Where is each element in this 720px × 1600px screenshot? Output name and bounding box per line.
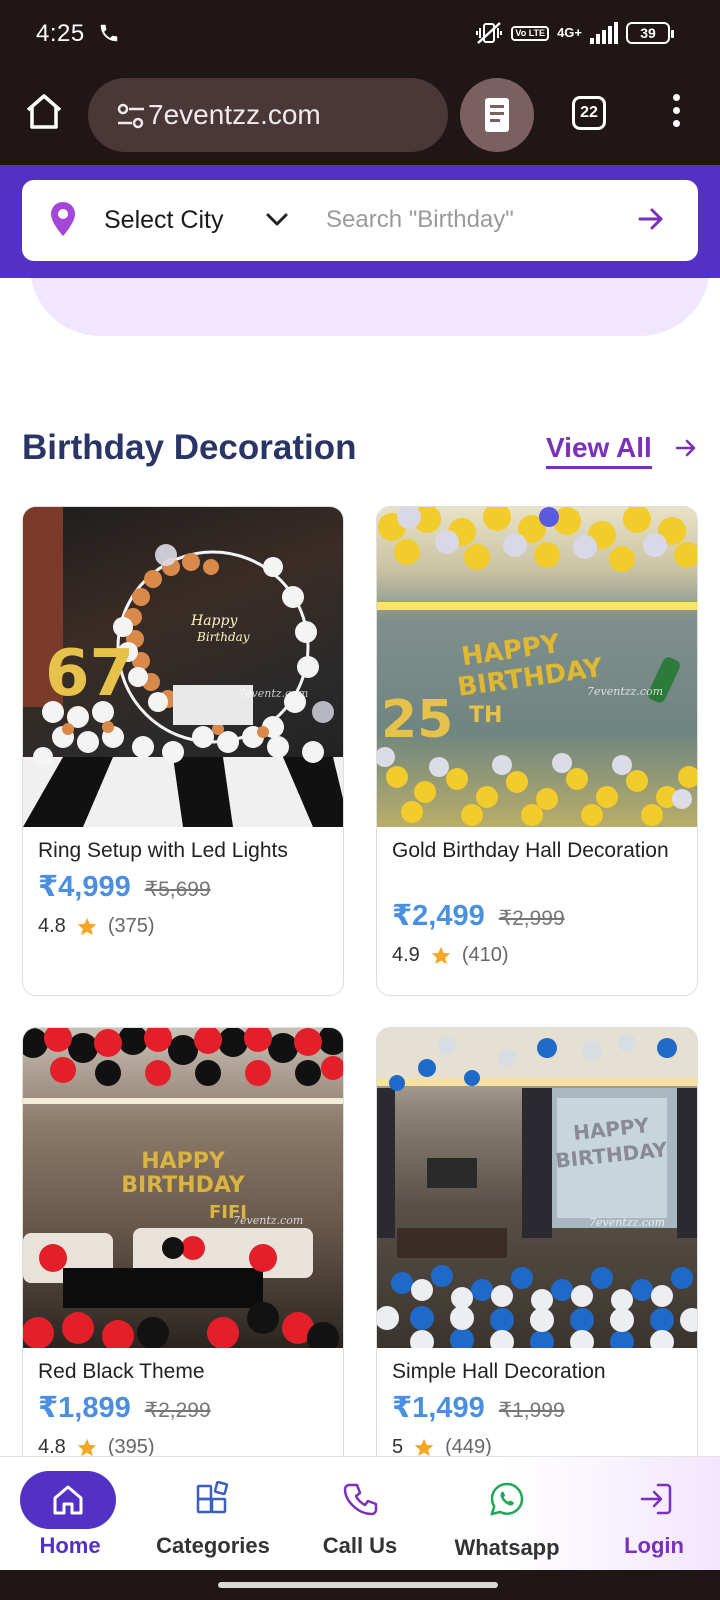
price-row: ₹1,899 ₹2,299 [38, 1390, 211, 1425]
product-price: ₹1,499 [392, 1392, 485, 1424]
status-time: 4:25 [36, 20, 85, 47]
rating-row: 4.9 (410) [392, 944, 509, 967]
arrow-right-icon[interactable] [674, 436, 698, 460]
header-curve [0, 278, 720, 336]
product-image[interactable]: 67 Happy Birthday 7eventz.com [23, 507, 343, 827]
svg-text:TH: TH [469, 703, 502, 728]
site-settings-icon[interactable] [116, 103, 146, 129]
tab-switcher-button[interactable]: 22 [572, 96, 606, 130]
product-price: ₹1,899 [38, 1392, 131, 1424]
search-submit-icon[interactable] [636, 204, 666, 234]
product-image[interactable]: HAPPY BIRTHDAY 7eventzz.com [377, 1028, 697, 1348]
product-price: ₹4,999 [38, 871, 131, 903]
product-mrp: ₹5,699 [144, 878, 211, 901]
image-watermark: 7eventz.com [238, 687, 309, 700]
svg-text:25: 25 [381, 690, 453, 750]
nav-label: Login [624, 1533, 684, 1558]
select-city-button[interactable]: Select City [104, 206, 223, 235]
image-watermark: 7eventzz.com [587, 685, 664, 698]
price-row: ₹4,999 ₹5,699 [38, 869, 211, 904]
rating-row: 4.8 (375) [38, 915, 155, 938]
whatsapp-icon [490, 1482, 524, 1516]
volte-badge: Vo LTE [511, 25, 550, 41]
image-watermark: 7eventzz.com [589, 1216, 666, 1229]
red-black-illustration: HAPPY BIRTHDAY FIFI [23, 1028, 343, 1348]
product-mrp: ₹2,299 [144, 1399, 211, 1422]
ring-setup-illustration: 67 Happy Birthday [23, 507, 343, 827]
svg-text:Happy: Happy [190, 613, 238, 629]
phone-icon [343, 1483, 378, 1516]
search-input[interactable]: Search "Birthday" [326, 206, 514, 234]
nav-label: Home [39, 1533, 101, 1558]
vibrate-mute-icon [476, 22, 503, 44]
nav-label: Categories [156, 1533, 270, 1558]
url-text: 7eventzz.com [148, 99, 321, 130]
chevron-down-icon[interactable] [264, 208, 290, 230]
product-image[interactable]: HAPPY BIRTHDAY FIFI 7eventz.com [23, 1028, 343, 1348]
product-card[interactable]: HAPPY BIRTHDAY 7eventzz.com Simple Hall … [376, 1027, 698, 1497]
product-card[interactable]: HAPPY BIRTHDAY FIFI 7eventz.com Red Blac… [22, 1027, 344, 1497]
product-image[interactable]: HAPPY BIRTHDAY 25 TH 7eventzz.com [377, 507, 697, 827]
categories-icon [196, 1481, 229, 1514]
gold-hall-illustration: HAPPY BIRTHDAY 25 TH [377, 507, 697, 826]
product-price: ₹2,499 [392, 900, 485, 932]
product-mrp: ₹2,999 [498, 907, 565, 930]
search-card: Select City Search "Birthday" [22, 180, 698, 261]
status-bar: 4:25 Vo LTE 4G+ 39 [0, 0, 720, 66]
product-mrp: ₹1,999 [498, 1399, 565, 1422]
star-icon [77, 917, 96, 935]
network-type: 4G+ [557, 25, 582, 40]
product-title[interactable]: Gold Birthday Hall Decoration [392, 836, 687, 866]
product-title[interactable]: Ring Setup with Led Lights [38, 836, 333, 866]
nav-login[interactable]: Login [584, 1457, 720, 1571]
view-all-link[interactable]: View All [546, 432, 652, 469]
rating-value: 4.9 [392, 944, 420, 966]
gesture-bar [0, 1570, 720, 1600]
reader-mode-button[interactable] [460, 78, 534, 152]
browser-menu-icon[interactable] [666, 94, 686, 134]
review-count: (375) [107, 915, 155, 937]
image-watermark: 7eventz.com [233, 1214, 304, 1227]
nav-home[interactable]: Home [0, 1457, 140, 1571]
browser-toolbar: 7eventzz.com 22 [0, 66, 720, 165]
price-row: ₹1,499 ₹1,999 [392, 1390, 565, 1425]
svg-text:HAPPY: HAPPY [141, 1149, 226, 1174]
battery-icon: 39 [626, 22, 674, 44]
status-icons: Vo LTE 4G+ 39 [475, 20, 674, 46]
simple-hall-illustration: HAPPY BIRTHDAY [377, 1028, 697, 1348]
nav-home-highlight [20, 1471, 116, 1529]
review-count: (410) [461, 944, 509, 966]
nav-categories[interactable]: Categories [143, 1457, 283, 1571]
price-row: ₹2,499 ₹2,999 [392, 898, 565, 933]
star-icon [431, 946, 450, 964]
login-icon [640, 1483, 672, 1515]
section-title: Birthday Decoration [22, 428, 357, 467]
bottom-nav: Home Categories Call Us Whatsapp Login [0, 1456, 720, 1570]
svg-text:Birthday: Birthday [196, 630, 250, 644]
gesture-handle[interactable] [218, 1582, 498, 1588]
nav-whatsapp[interactable]: Whatsapp [437, 1457, 577, 1571]
browser-home-icon[interactable] [22, 90, 66, 134]
product-card[interactable]: 67 Happy Birthday 7eventz.com Ring Setup… [22, 506, 344, 996]
rating-value: 4.8 [38, 915, 66, 937]
nav-call-us[interactable]: Call Us [290, 1457, 430, 1571]
signal-icon [590, 22, 618, 44]
home-icon [53, 1485, 83, 1515]
product-card[interactable]: HAPPY BIRTHDAY 25 TH 7eventzz.com Gold B… [376, 506, 698, 996]
product-title[interactable]: Red Black Theme [38, 1357, 333, 1387]
address-bar[interactable]: 7eventzz.com [88, 78, 448, 152]
reader-mode-icon [485, 98, 509, 132]
svg-text:67: 67 [45, 637, 134, 711]
call-indicator-icon [100, 24, 118, 42]
product-title[interactable]: Simple Hall Decoration [392, 1357, 687, 1387]
nav-label: Whatsapp [454, 1535, 560, 1560]
location-pin-icon[interactable] [48, 200, 78, 238]
nav-label: Call Us [322, 1533, 398, 1558]
svg-text:BIRTHDAY: BIRTHDAY [121, 1173, 246, 1198]
